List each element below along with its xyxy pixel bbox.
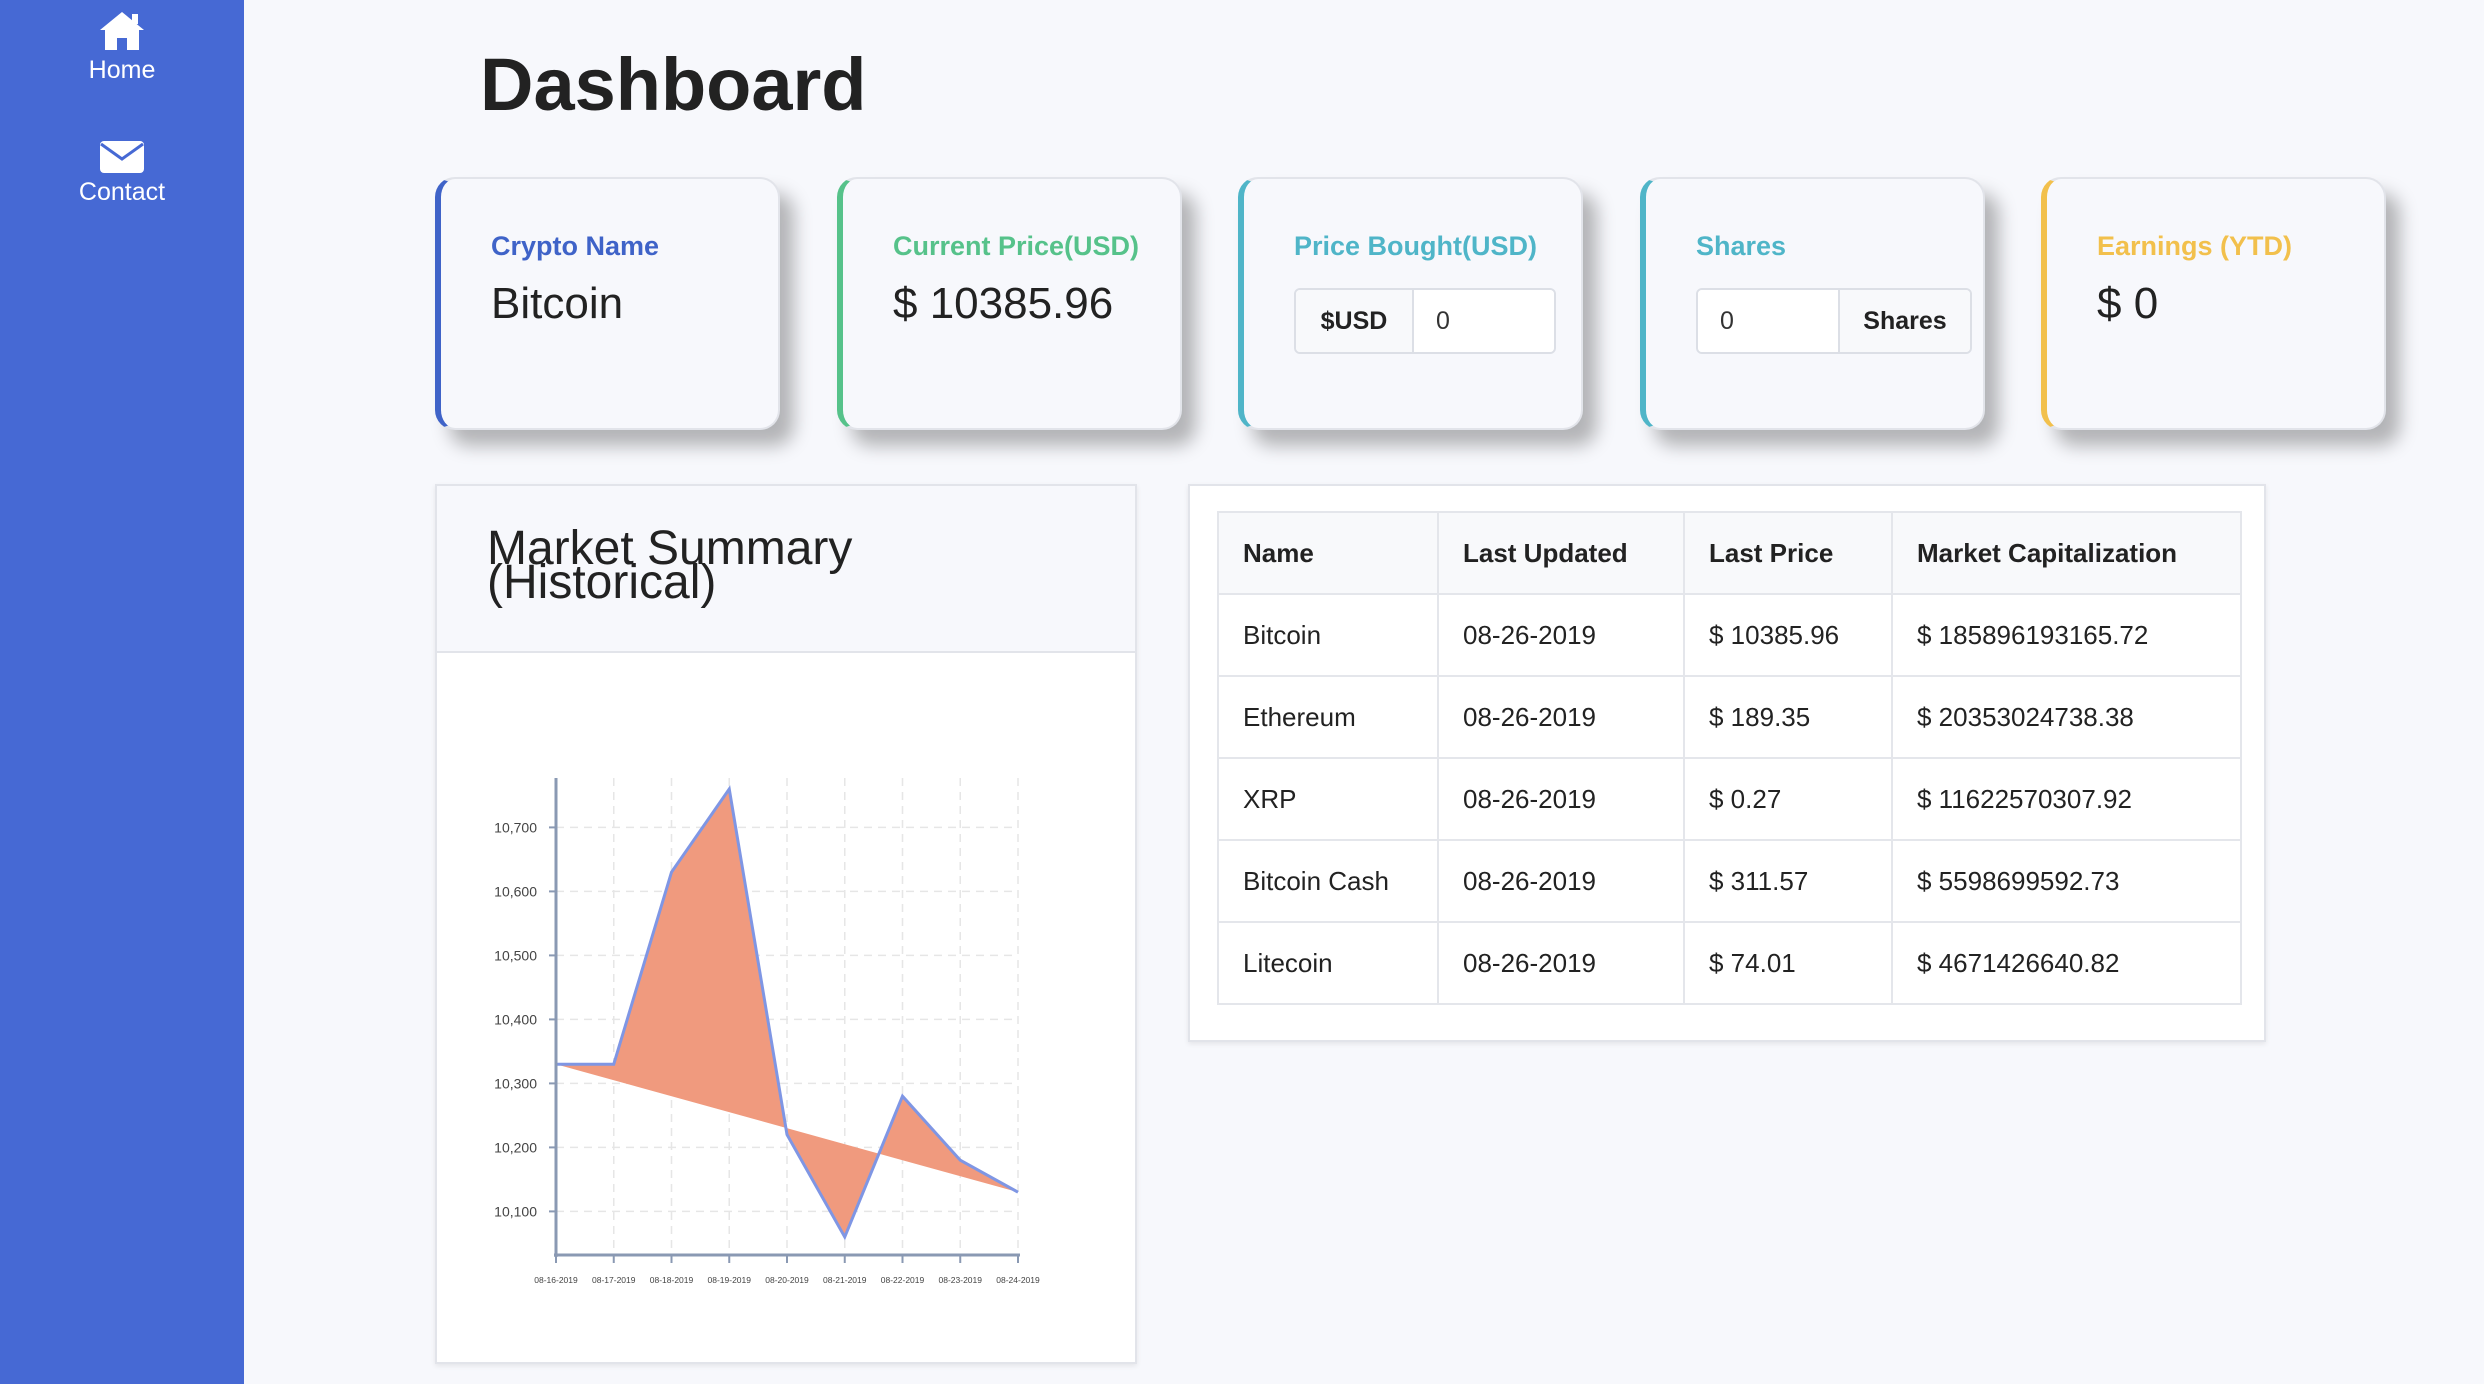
cell-last-updated: 08-26-2019 — [1437, 675, 1685, 759]
cell-last-updated: 08-26-2019 — [1437, 921, 1685, 1005]
market-summary-title: Market Summary (Historical) — [487, 522, 853, 609]
price-bought-input[interactable] — [1414, 290, 1554, 352]
cell-last-updated: 08-26-2019 — [1437, 593, 1685, 677]
sidebar-item-label: Contact — [78, 178, 166, 206]
cell-name: Bitcoin Cash — [1217, 839, 1439, 923]
crypto-name-value: Bitcoin — [491, 279, 624, 328]
sidebar-item-home[interactable]: Home — [0, 10, 244, 85]
cell-last-price: $ 0.27 — [1683, 757, 1893, 841]
sidebar: Home Contact — [0, 0, 244, 1384]
x-tick-label: 08-17-2019 — [592, 1275, 636, 1285]
crypto-table-panel: Name Last Updated Last Price Market Capi… — [1188, 484, 2266, 1042]
area-fill — [556, 789, 1018, 1237]
cell-market-cap: $ 4671426640.82 — [1891, 921, 2242, 1005]
y-tick-label: 10,100 — [494, 1203, 537, 1219]
y-tick-label: 10,200 — [494, 1139, 537, 1155]
y-tick-label: 10,400 — [494, 1011, 537, 1027]
table-header-row: Name Last Updated Last Price Market Capi… — [1217, 511, 2242, 595]
cell-market-cap: $ 185896193165.72 — [1891, 593, 2242, 677]
cell-last-price: $ 74.01 — [1683, 921, 1893, 1005]
cell-last-price: $ 189.35 — [1683, 675, 1893, 759]
x-tick-label: 08-19-2019 — [708, 1275, 752, 1285]
cell-last-price: $ 10385.96 — [1683, 593, 1893, 677]
x-tick-label: 08-24-2019 — [996, 1275, 1040, 1285]
crypto-table: Name Last Updated Last Price Market Capi… — [1217, 511, 2242, 1005]
x-tick-label: 08-16-2019 — [534, 1275, 578, 1285]
current-price-value: $ 10385.96 — [893, 279, 1114, 328]
current-price-card: Current Price(USD) $ 10385.96 — [837, 177, 1182, 430]
cell-market-cap: $ 5598699592.73 — [1891, 839, 2242, 923]
home-icon — [100, 12, 144, 50]
y-tick-label: 10,600 — [494, 883, 537, 899]
x-tick-label: 08-21-2019 — [823, 1275, 867, 1285]
y-tick-label: 10,500 — [494, 947, 537, 963]
table-row: Ethereum 08-26-2019 $ 189.35 $ 203530247… — [1217, 675, 2242, 759]
cell-name: XRP — [1217, 757, 1439, 841]
sidebar-item-contact[interactable]: Contact — [0, 140, 244, 207]
table-row: Bitcoin Cash 08-26-2019 $ 311.57 $ 55986… — [1217, 839, 2242, 923]
market-summary-panel: Market Summary (Historical) 10,100 10,200… — [435, 484, 1137, 1364]
market-summary-header: Market Summary (Historical) — [437, 486, 1135, 653]
cell-last-updated: 08-26-2019 — [1437, 757, 1685, 841]
crypto-name-label: Crypto Name — [491, 231, 660, 261]
earnings-card: Earnings (YTD) $ 0 — [2041, 177, 2386, 430]
column-header-last-updated: Last Updated — [1437, 511, 1685, 595]
table-row: Bitcoin 08-26-2019 $ 10385.96 $ 18589619… — [1217, 593, 2242, 677]
x-tick-label: 08-18-2019 — [650, 1275, 694, 1285]
x-tick-label: 08-22-2019 — [881, 1275, 925, 1285]
envelope-icon — [100, 141, 144, 173]
cell-last-price: $ 311.57 — [1683, 839, 1893, 923]
x-tick-label: 08-23-2019 — [939, 1275, 983, 1285]
page-title: Dashboard — [480, 43, 867, 126]
price-bought-input-group: $USD — [1294, 288, 1556, 354]
table-row: XRP 08-26-2019 $ 0.27 $ 11622570307.92 — [1217, 757, 2242, 841]
shares-input-group: Shares — [1696, 288, 1972, 354]
column-header-name: Name — [1217, 511, 1439, 595]
shares-input[interactable] — [1698, 290, 1838, 352]
price-bought-label: Price Bought(USD) — [1294, 231, 1537, 261]
earnings-value: $ 0 — [2097, 279, 2159, 328]
cell-name: Litecoin — [1217, 921, 1439, 1005]
crypto-name-card: Crypto Name Bitcoin — [435, 177, 780, 430]
x-tick-label: 08-20-2019 — [765, 1275, 809, 1285]
shares-label: Shares — [1696, 231, 1787, 261]
cell-last-updated: 08-26-2019 — [1437, 839, 1685, 923]
shares-card: Shares Shares — [1640, 177, 1985, 430]
earnings-label: Earnings (YTD) — [2097, 231, 2293, 261]
table-row: Litecoin 08-26-2019 $ 74.01 $ 4671426640… — [1217, 921, 2242, 1005]
y-tick-label: 10,300 — [494, 1075, 537, 1091]
cell-market-cap: $ 11622570307.92 — [1891, 757, 2242, 841]
sidebar-item-label: Home — [88, 56, 156, 84]
cell-name: Bitcoin — [1217, 593, 1439, 677]
usd-addon: $USD — [1296, 290, 1414, 352]
shares-addon: Shares — [1838, 290, 1970, 352]
cell-market-cap: $ 20353024738.38 — [1891, 675, 2242, 759]
column-header-last-price: Last Price — [1683, 511, 1893, 595]
price-history-chart: 10,100 10,200 10,300 10,400 10,500 10,600 10,7… — [494, 778, 1040, 1285]
price-bought-card: Price Bought(USD) $USD — [1238, 177, 1583, 430]
current-price-label: Current Price(USD) — [893, 231, 1140, 261]
column-header-market-cap: Market Capitalization — [1891, 511, 2242, 595]
cell-name: Ethereum — [1217, 675, 1439, 759]
y-tick-label: 10,700 — [494, 819, 537, 835]
